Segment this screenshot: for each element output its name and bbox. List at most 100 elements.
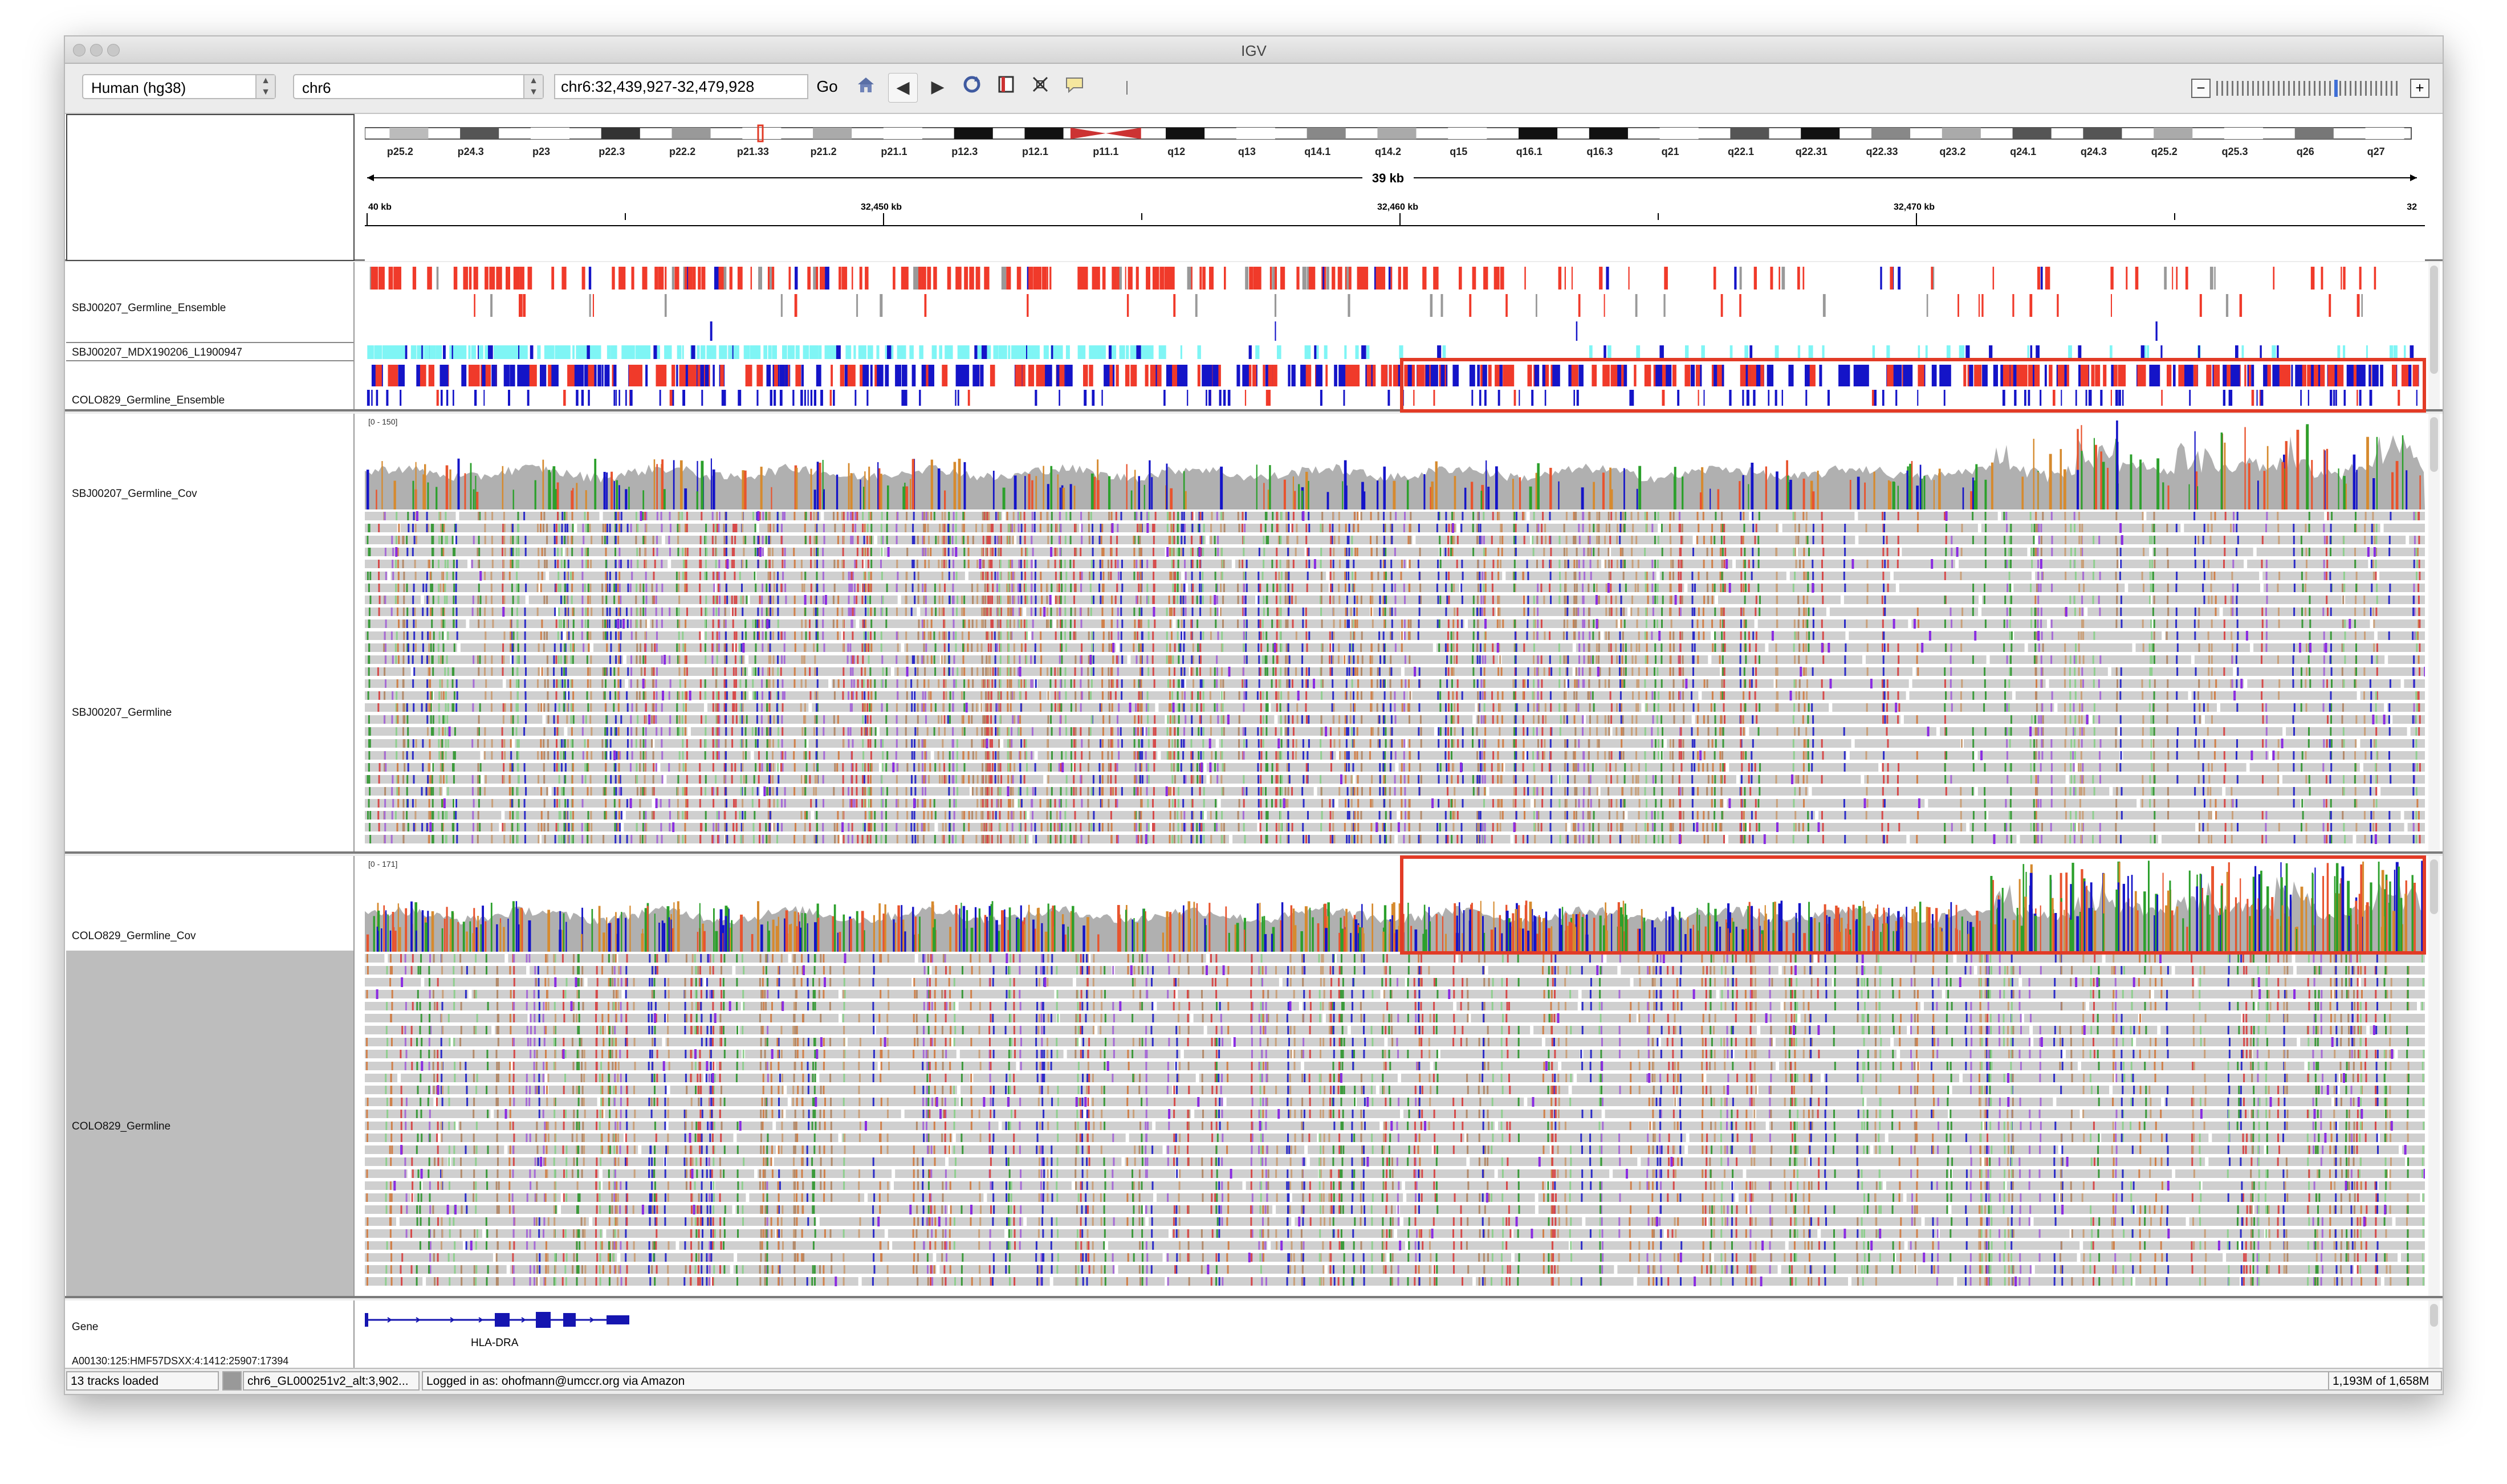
read-mismatch [865, 631, 867, 640]
variant-call [870, 365, 873, 386]
zoom-level-tick[interactable] [2221, 81, 2223, 96]
read-mismatch [1632, 775, 1634, 784]
zoom-level-tick[interactable] [2339, 81, 2341, 96]
read-mismatch [1409, 763, 1411, 772]
zoom-level-tick[interactable] [2252, 81, 2254, 96]
zoom-level-tick[interactable] [2370, 81, 2372, 96]
refresh-icon[interactable] [958, 73, 986, 101]
sbj-read-alignments[interactable] [365, 511, 2425, 851]
zoom-level-tick[interactable] [2345, 81, 2346, 96]
variant-call [2310, 267, 2313, 290]
zoom-level-tick[interactable] [2268, 81, 2269, 96]
read-mismatch [432, 596, 434, 604]
variant-call [1047, 267, 1048, 290]
zoom-level-tick[interactable] [2360, 81, 2362, 96]
zoom-level-tick[interactable] [2329, 81, 2331, 96]
variant-call [2273, 267, 2275, 290]
zoom-widget[interactable]: − + [2191, 79, 2431, 98]
zoom-level-tick[interactable] [2350, 81, 2351, 96]
read-mismatch [1070, 608, 1072, 616]
home-icon[interactable] [852, 73, 880, 101]
go-button[interactable]: Go [813, 74, 841, 99]
header-data-panel[interactable]: p25.2 p24.3 p23 p22.3 p22.2 p21.33 p21.2 p21.1 p… [365, 114, 2425, 261]
zoom-level-tick[interactable] [2309, 81, 2310, 96]
roi-icon[interactable] [992, 73, 1020, 101]
zoom-level-tick[interactable] [2247, 81, 2249, 96]
aligned-read [938, 823, 1150, 831]
read-mismatch [1409, 799, 1411, 808]
read-mismatch [1197, 691, 1199, 700]
coverage-mismatch [2156, 471, 2159, 509]
back-icon[interactable]: ◀ [888, 73, 918, 103]
genome-select[interactable]: Human (hg38) ▲ ▼ [82, 74, 276, 99]
zoom-level-tick[interactable] [2319, 81, 2321, 96]
read-mismatch [403, 596, 405, 604]
zoom-level-tick[interactable] [2396, 81, 2398, 96]
track-name-colo-ensemble[interactable]: COLO829_Germline_Ensemble [72, 394, 225, 407]
coverage-mismatch [603, 472, 606, 509]
track-name-sbj-mdx[interactable]: SBJ00207_MDX190206_L1900947 [72, 346, 242, 359]
chromosome-ideogram[interactable]: p25.2 p24.3 p23 p22.3 p22.2 p21.33 p21.2 p21.1 p… [365, 114, 2425, 261]
read-mismatch [1012, 536, 1014, 544]
chromosome-select[interactable]: chr6 ▲ ▼ [293, 74, 544, 99]
zoom-slider[interactable] [2216, 79, 2404, 98]
zoom-level-tick[interactable] [2355, 81, 2357, 96]
read-mismatch [1070, 584, 1072, 592]
scrollbar-thumb[interactable] [2430, 266, 2438, 374]
zoom-level-tick[interactable] [2232, 81, 2233, 96]
zoom-level-tick[interactable] [2386, 81, 2387, 96]
sbj-data-panel[interactable]: [0 - 150] [365, 414, 2425, 851]
zoom-level-tick[interactable] [2303, 81, 2305, 96]
read-mismatch [1222, 679, 1224, 688]
zoom-level-tick[interactable] [2262, 81, 2264, 96]
track-name-sbj-coverage[interactable]: SBJ00207_Germline_Cov [72, 488, 197, 500]
zoom-level-tick[interactable] [2216, 81, 2218, 96]
zoom-level-tick[interactable] [2365, 81, 2367, 96]
zoom-level-tick[interactable] [2283, 81, 2285, 96]
zoom-out-button[interactable]: − [2191, 79, 2211, 98]
zoom-level-tick[interactable] [2375, 81, 2377, 96]
read-mismatch [1262, 631, 1264, 640]
variant-call [474, 294, 475, 317]
forward-icon[interactable]: ▶ [923, 73, 952, 101]
read-mismatch [426, 679, 429, 688]
sbj-coverage-track[interactable] [365, 414, 2425, 511]
zoom-level-tick[interactable] [2273, 81, 2274, 96]
zoom-level-tick[interactable] [2288, 81, 2290, 96]
zoom-level-tick[interactable] [2257, 81, 2259, 96]
popup-text-icon[interactable] [1060, 73, 1089, 101]
read-mismatch [602, 608, 604, 616]
resize-icon[interactable] [1026, 73, 1055, 101]
read-mismatch [731, 596, 733, 604]
read-mismatch [428, 643, 430, 652]
zoom-in-button[interactable]: + [2410, 79, 2429, 98]
variant-call [988, 345, 991, 359]
variant-scrollbar[interactable] [2428, 262, 2440, 409]
zoom-level-tick[interactable] [2278, 81, 2280, 96]
read-mismatch [1438, 619, 1440, 628]
variant-call [2312, 267, 2315, 290]
read-mismatch [777, 667, 779, 676]
read-mismatch [809, 667, 811, 676]
track-name-sbj-ensemble[interactable]: SBJ00207_Germline_Ensemble [72, 302, 226, 315]
read-mismatch [402, 608, 405, 616]
variant-call [880, 294, 883, 317]
variant-call [1338, 365, 1346, 386]
variant-call [1422, 267, 1427, 290]
zoom-level-tick[interactable] [2227, 81, 2228, 96]
zoom-level-tick[interactable] [2324, 81, 2326, 96]
ideogram-band [1942, 128, 1981, 139]
locus-input[interactable]: chr6:32,439,927-32,479,928 [554, 74, 808, 99]
zoom-level-tick[interactable] [2334, 80, 2338, 97]
zoom-level-tick[interactable] [2391, 81, 2392, 96]
zoom-level-tick[interactable] [2293, 81, 2295, 96]
zoom-level-tick[interactable] [2242, 81, 2244, 96]
read-mismatch [1622, 727, 1625, 736]
read-mismatch [425, 703, 428, 712]
zoom-level-tick[interactable] [2298, 81, 2300, 96]
zoom-level-tick[interactable] [2237, 81, 2239, 96]
zoom-level-tick[interactable] [2380, 81, 2382, 96]
track-name-sbj-reads[interactable]: SBJ00207_Germline [72, 707, 172, 719]
zoom-level-tick[interactable] [2314, 81, 2315, 96]
read-mismatch [744, 787, 746, 796]
